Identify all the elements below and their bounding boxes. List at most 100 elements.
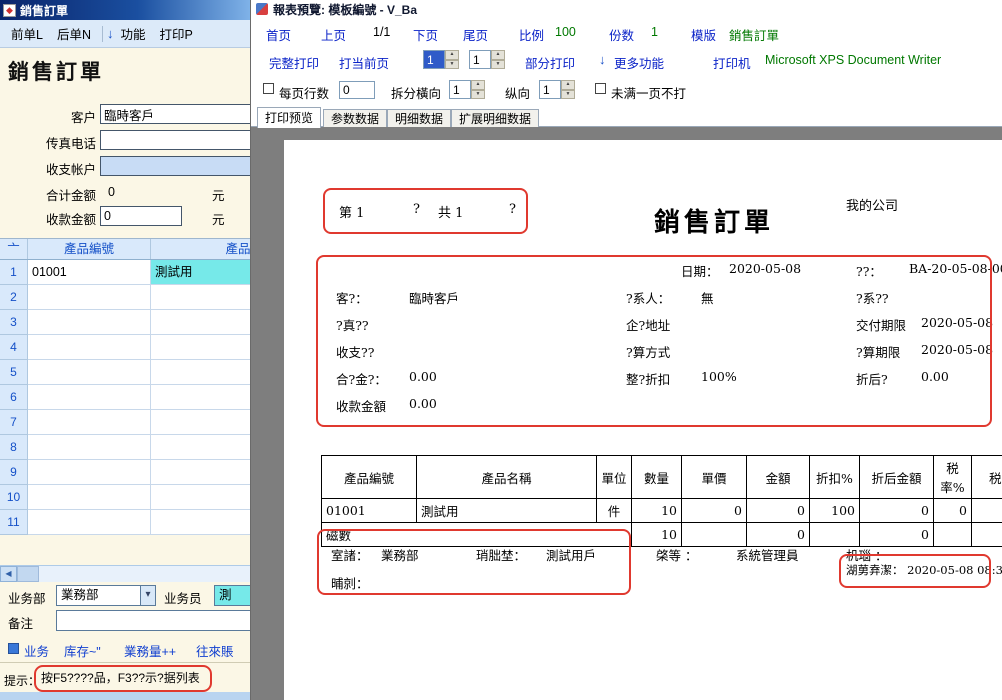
more-functions-button[interactable]: 更多功能 <box>614 53 664 72</box>
row-number[interactable]: 4 <box>0 335 28 360</box>
last-page-button[interactable]: 尾页 <box>463 25 488 44</box>
row-number[interactable]: 3 <box>0 310 28 335</box>
next-page-button[interactable]: 下页 <box>413 25 438 44</box>
prev-order-button[interactable]: 前单L <box>4 21 50 46</box>
next-order-button[interactable]: 后单N <box>50 21 98 46</box>
tab-extended-detail-data[interactable]: 扩展明细数据 <box>451 109 539 127</box>
sales-order-titlebar[interactable]: 銷售訂單 <box>0 0 250 20</box>
grid-marker-header[interactable]: 亠 <box>0 239 28 259</box>
page-number-text: ? <box>413 202 420 217</box>
row-number[interactable]: 11 <box>0 510 28 535</box>
template-button[interactable]: 模版 <box>691 25 716 44</box>
customer-input[interactable] <box>100 104 250 124</box>
cell-product-code[interactable] <box>28 410 151 435</box>
cell-product-name[interactable] <box>151 360 250 385</box>
page-number-text: 共 1 <box>438 202 463 221</box>
grid-name-header[interactable]: 產品名稱 <box>151 239 250 259</box>
copies-button[interactable]: 份数 <box>609 25 634 44</box>
empty-cell <box>934 523 972 547</box>
split-vertical-spinner[interactable]: ▲ ▼ <box>539 80 575 99</box>
cell-product-code[interactable] <box>28 485 151 510</box>
page-from-input[interactable] <box>423 50 445 69</box>
scale-button[interactable]: 比例 <box>519 25 544 44</box>
received-amount-input[interactable] <box>100 206 182 226</box>
grid-code-header[interactable]: 產品編號 <box>28 239 151 259</box>
cell-product-name[interactable] <box>151 485 250 510</box>
split-vertical-input[interactable] <box>539 80 561 99</box>
scrollbar-thumb[interactable] <box>17 566 39 582</box>
cell-product-name[interactable]: 測試用 <box>151 260 250 285</box>
function-menu-button[interactable]: 功能 <box>113 21 152 46</box>
row-number[interactable]: 6 <box>0 385 28 410</box>
account-input[interactable] <box>100 156 250 176</box>
tab-business[interactable]: 业务 <box>24 641 49 660</box>
row-number[interactable]: 9 <box>0 460 28 485</box>
print-button[interactable]: 打印P <box>153 21 200 46</box>
row-number[interactable]: 8 <box>0 435 28 460</box>
dept-select[interactable]: 業務部 ▾ <box>56 585 156 606</box>
cell-product-code[interactable] <box>28 510 151 535</box>
spin-up-icon[interactable]: ▲ <box>471 80 485 90</box>
skip-partial-page-checkbox[interactable] <box>595 83 606 94</box>
grid-row: 10 <box>0 485 250 510</box>
first-page-button[interactable]: 首页 <box>266 25 291 44</box>
cell-product-code[interactable]: 01001 <box>28 260 151 285</box>
tab-business-volume[interactable]: 業務量++ <box>124 641 176 660</box>
cell-product-code[interactable] <box>28 310 151 335</box>
partial-print-button[interactable]: 部分打印 <box>525 53 575 72</box>
tab-transactions[interactable]: 往來賬 <box>196 641 234 660</box>
fax-input[interactable] <box>100 130 250 150</box>
print-current-page-button[interactable]: 打当前页 <box>339 53 389 72</box>
rows-per-page-checkbox[interactable] <box>263 83 274 94</box>
cell-product-code[interactable] <box>28 385 151 410</box>
total-label: 磁數 <box>322 523 632 547</box>
cell-product-name[interactable] <box>151 285 250 310</box>
cell-product-name[interactable] <box>151 310 250 335</box>
preview-titlebar[interactable]: 報表預覽: 模板編號 - V_Ba <box>251 0 1002 18</box>
prev-page-button[interactable]: 上页 <box>321 25 346 44</box>
page-from-spinner[interactable]: ▲ ▼ <box>423 50 459 69</box>
tab-parameter-data[interactable]: 参数数据 <box>323 109 387 127</box>
tab-inventory[interactable]: 库存~" <box>64 641 101 660</box>
printer-button[interactable]: 打印机 <box>713 53 751 72</box>
cell-product-name[interactable] <box>151 435 250 460</box>
spin-down-icon[interactable]: ▼ <box>445 60 459 70</box>
spin-down-icon[interactable]: ▼ <box>491 60 505 70</box>
cell-product-name[interactable] <box>151 385 250 410</box>
horizontal-scrollbar[interactable]: ◀ <box>0 565 250 582</box>
cell-product-code[interactable] <box>28 285 151 310</box>
cell-product-code[interactable] <box>28 435 151 460</box>
spin-down-icon[interactable]: ▼ <box>471 90 485 100</box>
spin-up-icon[interactable]: ▲ <box>445 50 459 60</box>
split-horizontal-spinner[interactable]: ▲ ▼ <box>449 80 485 99</box>
dropdown-arrow-icon[interactable]: ▾ <box>140 586 155 605</box>
full-print-button[interactable]: 完整打印 <box>269 53 319 72</box>
cell-product-code[interactable] <box>28 460 151 485</box>
cell-product-code[interactable] <box>28 335 151 360</box>
spin-up-icon[interactable]: ▲ <box>491 50 505 60</box>
spin-up-icon[interactable]: ▲ <box>561 80 575 90</box>
row-number[interactable]: 5 <box>0 360 28 385</box>
cell-product-name[interactable] <box>151 410 250 435</box>
row-number[interactable]: 10 <box>0 485 28 510</box>
received-label: 收款金額 <box>336 396 386 415</box>
page-to-input[interactable] <box>469 50 491 69</box>
total-amount-unit: 元 <box>212 185 225 204</box>
cell-product-name[interactable] <box>151 460 250 485</box>
row-number[interactable]: 2 <box>0 285 28 310</box>
preview-canvas[interactable]: 第 1 ? 共 1 ? 銷售訂單 我的公司 日期： 2020-05-08 ??：… <box>251 127 1002 700</box>
row-number[interactable]: 7 <box>0 410 28 435</box>
row-number[interactable]: 1 <box>0 260 28 285</box>
page-to-spinner[interactable]: ▲ ▼ <box>469 50 505 69</box>
cell-product-code[interactable] <box>28 360 151 385</box>
rows-per-page-input[interactable] <box>339 81 375 99</box>
split-horizontal-input[interactable] <box>449 80 471 99</box>
scroll-left-icon[interactable]: ◀ <box>0 566 17 582</box>
salesman-field[interactable]: 測 <box>214 585 250 606</box>
cell-product-name[interactable] <box>151 335 250 360</box>
cell-product-name[interactable] <box>151 510 250 535</box>
tab-detail-data[interactable]: 明细数据 <box>387 109 451 127</box>
tab-print-preview[interactable]: 打印预览 <box>257 107 321 128</box>
spin-down-icon[interactable]: ▼ <box>561 90 575 100</box>
note-input[interactable] <box>56 610 250 631</box>
